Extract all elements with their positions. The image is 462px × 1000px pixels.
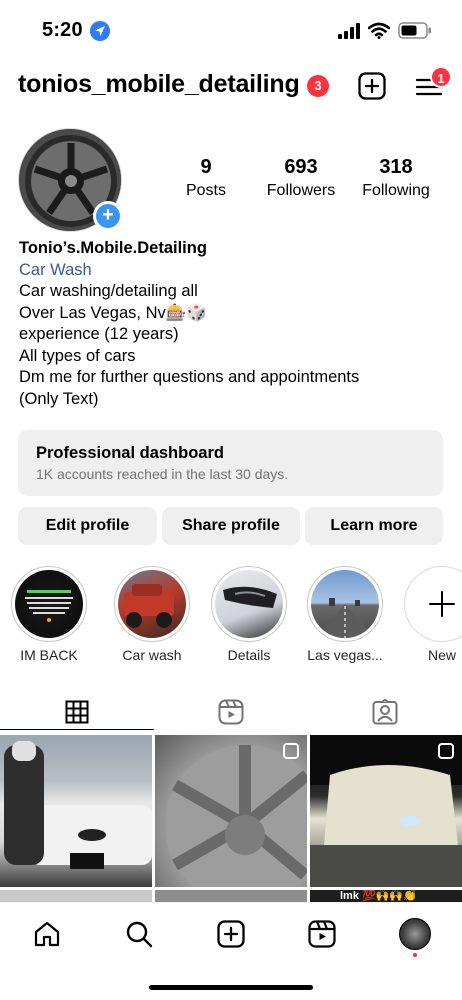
bottom-nav <box>0 902 462 1000</box>
highlight-ring <box>307 566 383 642</box>
post-thumbnail[interactable]: lmk 💯🙌🙌👏 <box>310 890 462 902</box>
posts-label: Posts <box>185 182 226 199</box>
posts-count: 9 <box>200 156 212 178</box>
following-label: Following <box>362 182 430 199</box>
stat-followers[interactable]: 693 Followers <box>251 156 351 200</box>
profile-bio: Tonio’s.Mobile.Detailing Car Wash Car wa… <box>19 238 439 410</box>
multi-post-icon <box>438 743 454 759</box>
grid-icon <box>65 700 89 723</box>
highlight-ring <box>404 566 462 642</box>
followers-label: Followers <box>266 182 336 199</box>
highlight-ring <box>211 566 287 642</box>
stat-posts[interactable]: 9 Posts <box>156 156 256 200</box>
nav-reels[interactable] <box>305 917 339 951</box>
edit-profile-button[interactable]: Edit profile <box>18 507 157 545</box>
highlight-image <box>15 570 83 638</box>
following-count: 318 <box>379 156 413 178</box>
dashboard-subtitle: 1K accounts reached in the last 30 days. <box>36 466 289 482</box>
bio-category[interactable]: Car Wash <box>19 260 439 282</box>
wifi-icon <box>367 22 391 44</box>
tab-tagged[interactable] <box>308 694 462 730</box>
nav-home[interactable] <box>30 917 64 951</box>
professional-dashboard[interactable]: Professional dashboard 1K accounts reach… <box>18 430 443 496</box>
dashboard-title: Professional dashboard <box>36 444 224 462</box>
highlight-image <box>118 570 186 638</box>
post-thumbnail[interactable] <box>0 890 152 902</box>
plus-icon <box>429 591 455 617</box>
reels-icon <box>308 920 336 948</box>
multi-post-icon <box>283 743 299 759</box>
bio-line: (Only Text) <box>19 389 99 408</box>
highlight-image <box>215 570 283 638</box>
tab-reels[interactable] <box>154 694 308 730</box>
search-icon <box>126 921 153 948</box>
highlight-las-vegas[interactable]: Las vegas... <box>306 566 384 663</box>
highlight-car-wash[interactable]: Car wash <box>113 566 191 663</box>
share-profile-button[interactable]: Share profile <box>162 507 300 545</box>
bio-line: All types of cars <box>19 346 136 365</box>
bio-line: Over Las Vegas, Nv🎰🎲 <box>19 303 207 322</box>
highlight-ring <box>114 566 190 642</box>
nav-profile[interactable] <box>398 917 432 951</box>
bio-line: Car washing/detailing all <box>19 282 198 300</box>
highlight-label: Details <box>227 647 271 663</box>
activity-dot <box>413 953 417 957</box>
highlight-details[interactable]: Details <box>210 566 288 663</box>
highlight-ring <box>11 566 87 642</box>
menu-badge: 1 <box>430 66 452 88</box>
location-icon <box>90 21 110 41</box>
status-bar: 5:20 <box>0 0 462 60</box>
post-thumbnail[interactable] <box>155 890 307 902</box>
bio-name: Tonio’s.Mobile.Detailing <box>19 239 207 257</box>
highlight-image <box>311 570 379 638</box>
profile-avatar-icon <box>399 918 431 950</box>
notification-badge[interactable]: 3 <box>307 75 329 97</box>
add-story-button[interactable]: + <box>93 201 123 231</box>
nav-create[interactable] <box>214 917 248 951</box>
highlight-label: New <box>427 647 456 663</box>
status-time: 5:20 <box>42 19 83 41</box>
create-icon <box>217 920 245 948</box>
learn-more-button[interactable]: Learn more <box>305 507 443 545</box>
followers-count: 693 <box>284 156 318 178</box>
post-thumbnail[interactable] <box>0 735 152 887</box>
reels-icon <box>218 699 244 725</box>
post-thumbnail[interactable] <box>155 735 307 887</box>
highlight-label: IM BACK <box>20 647 78 663</box>
battery-icon <box>398 22 432 44</box>
create-icon <box>358 72 386 100</box>
highlight-label: Las vegas... <box>307 647 383 663</box>
home-icon <box>34 921 60 947</box>
nav-search[interactable] <box>122 917 156 951</box>
tab-posts-grid[interactable] <box>0 694 154 730</box>
highlight-new[interactable]: New <box>403 566 462 663</box>
profile-username[interactable]: tonios_mobile_detailing <box>18 70 300 99</box>
tagged-icon <box>372 699 398 725</box>
post-thumbnail[interactable] <box>310 735 462 887</box>
highlight-im-back[interactable]: IM BACK <box>10 566 88 663</box>
highlight-label: Car wash <box>122 647 182 663</box>
bio-line: Dm me for further questions and appointm… <box>19 368 360 386</box>
stat-following[interactable]: 318 Following <box>346 156 446 200</box>
create-button[interactable] <box>358 72 386 100</box>
bio-line: experience (12 years) <box>19 325 179 343</box>
post-image <box>4 741 152 869</box>
home-indicator[interactable] <box>149 985 313 990</box>
signal-icon <box>338 23 362 44</box>
